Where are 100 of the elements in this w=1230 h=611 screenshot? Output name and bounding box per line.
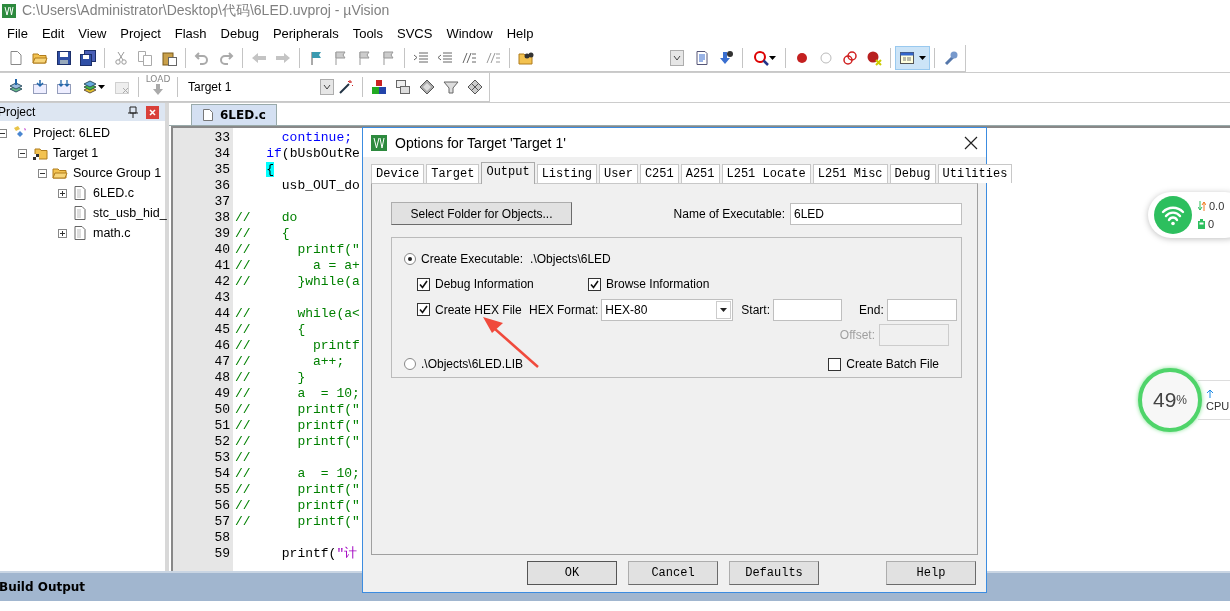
wrench-icon[interactable]	[943, 50, 959, 66]
code-line: usb_OUT_do	[280, 178, 360, 193]
code-line: // a++;	[235, 354, 345, 369]
build-icon[interactable]	[32, 79, 48, 95]
dot-cross-icon[interactable]	[866, 50, 882, 66]
stacked-disks-icon[interactable]	[80, 50, 96, 66]
layers-icon[interactable]	[81, 79, 98, 95]
grid-icon[interactable]	[467, 79, 483, 95]
input-field[interactable]	[773, 298, 843, 321]
tab[interactable]: Target	[426, 164, 480, 183]
load-button[interactable]: LOAD	[143, 74, 173, 100]
code-line: // printf("	[235, 418, 360, 433]
menu-item[interactable]: Flash	[167, 24, 214, 43]
tab[interactable]: Device	[371, 164, 425, 183]
close-icon[interactable]	[964, 135, 978, 150]
tab[interactable]: L251 Locate	[721, 164, 811, 183]
tree-item[interactable]: Target 1	[53, 146, 99, 160]
radio-button[interactable]	[404, 252, 416, 265]
rings-icon[interactable]	[842, 50, 858, 66]
caret-icon[interactable]	[768, 56, 776, 60]
line-number: 57	[213, 514, 231, 530]
folder-search-icon[interactable]	[518, 50, 534, 66]
download-arrow-icon[interactable]	[718, 50, 734, 66]
dialog-title: Options for Target 'Target 1'	[395, 134, 567, 151]
layers-arrow-icon[interactable]	[8, 79, 24, 95]
tree-item[interactable]: Source Group 1	[73, 166, 162, 180]
tree-item[interactable]: math.c	[93, 226, 131, 240]
magic-wand-icon[interactable]	[338, 79, 354, 95]
app-logo-icon	[371, 134, 387, 151]
tab[interactable]: L251 Misc	[812, 164, 888, 183]
tree-item[interactable]: 6LED.c	[93, 186, 134, 200]
menu-item[interactable]: Help	[499, 24, 541, 43]
tab[interactable]: A251	[680, 164, 720, 183]
menu-item[interactable]: Tools	[345, 24, 390, 43]
menu-item[interactable]: Edit	[34, 24, 72, 43]
clipboard-icon[interactable]	[161, 50, 177, 66]
select-folder-button[interactable]: Select Folder for Objects...	[391, 202, 572, 225]
tab[interactable]: Listing	[536, 164, 598, 183]
code-line: // printf("	[235, 402, 360, 417]
debug-magnifier-icon[interactable]	[752, 50, 769, 66]
collapse-icon[interactable]	[18, 148, 27, 158]
file-icon	[72, 205, 88, 221]
menu-item[interactable]: View	[71, 24, 114, 43]
up-arrow-icon	[1206, 388, 1214, 398]
breakpoint-icon[interactable]	[794, 50, 810, 66]
dialog-button[interactable]: Cancel	[628, 561, 718, 585]
caret-icon[interactable]	[323, 84, 331, 90]
radio-button[interactable]	[404, 358, 416, 371]
pin-icon[interactable]	[128, 106, 138, 118]
folder-icon[interactable]	[32, 50, 48, 66]
blocks-icon[interactable]	[371, 79, 387, 95]
dialog-button[interactable]: OK	[527, 561, 617, 585]
expand-icon[interactable]	[58, 188, 67, 198]
tab[interactable]: Debug	[889, 164, 936, 183]
windows-icon[interactable]	[395, 79, 411, 95]
input-field[interactable]: 6LED	[790, 202, 962, 225]
menu-item[interactable]: File	[0, 24, 35, 43]
caret-icon[interactable]	[673, 55, 681, 61]
rebuild-icon[interactable]	[56, 79, 72, 95]
line-number: 46	[213, 338, 231, 354]
caret-icon[interactable]	[97, 85, 105, 89]
menu-item[interactable]: Project	[113, 24, 168, 43]
tree-item[interactable]: Project: 6LED	[33, 126, 111, 140]
tab[interactable]: Utilities	[937, 164, 1013, 183]
collapse-icon[interactable]	[38, 168, 47, 178]
menu-item[interactable]: Peripherals	[265, 24, 346, 43]
menu-item[interactable]: Window	[439, 24, 500, 43]
tree-item[interactable]: stc_usb_hid_	[93, 206, 167, 220]
input-field[interactable]	[886, 298, 957, 321]
slashes-icon[interactable]	[485, 50, 501, 66]
checkbox[interactable]	[588, 277, 601, 291]
tab[interactable]: C251	[639, 164, 679, 183]
diamond-icon[interactable]	[419, 79, 435, 95]
dropdown-button[interactable]	[670, 50, 684, 66]
menu-item[interactable]: Debug	[213, 24, 266, 43]
checkbox[interactable]	[828, 357, 842, 371]
file-tab[interactable]: 6LED.c	[191, 104, 277, 125]
slashes-icon[interactable]	[461, 50, 477, 66]
document-icon[interactable]	[694, 50, 710, 66]
tab[interactable]: Output	[481, 162, 535, 184]
code-line: if(bUsbOutRe	[265, 146, 360, 161]
line-number: 49	[213, 386, 231, 402]
caret-icon	[919, 56, 926, 60]
flag-icon[interactable]	[308, 50, 324, 66]
tab[interactable]: User	[599, 164, 638, 183]
checkbox[interactable]	[417, 303, 430, 316]
funnel-icon[interactable]	[443, 79, 459, 95]
window-layout-button[interactable]	[895, 46, 930, 70]
line-number: 58	[213, 530, 231, 546]
page-icon[interactable]	[8, 50, 24, 66]
dialog-button[interactable]: Defaults	[729, 561, 819, 585]
down-arrow-icon	[152, 84, 164, 96]
hex-format-dropdown[interactable]: HEX-80	[601, 298, 734, 321]
collapse-icon[interactable]	[0, 128, 7, 138]
dialog-button[interactable]: Help	[886, 561, 976, 585]
app-logo-icon	[2, 4, 16, 18]
count-text: 0	[1208, 218, 1215, 230]
checkbox[interactable]	[417, 277, 430, 291]
menu-item[interactable]: SVCS	[390, 24, 440, 43]
expand-icon[interactable]	[58, 228, 67, 238]
